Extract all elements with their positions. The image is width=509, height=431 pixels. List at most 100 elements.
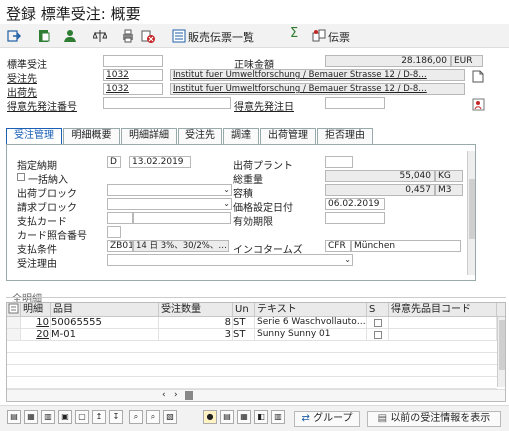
req-deliv-date-field[interactable]: 13.02.2019 <box>129 156 191 168</box>
tab-item-overview[interactable]: 明細概要 <box>63 128 120 144</box>
row-material[interactable]: 50065555 <box>51 317 159 329</box>
col-text[interactable]: テキスト <box>255 303 367 317</box>
pricing-date-field[interactable]: 06.02.2019 <box>325 198 385 210</box>
tab-reason-rejection[interactable]: 拒否理由 <box>317 128 373 144</box>
select-all-icon[interactable] <box>7 303 21 317</box>
row-order-qty[interactable]: 8 <box>159 317 233 329</box>
sold-to-name: Institut fuer Umweltforschung / Bemauer … <box>170 69 465 81</box>
person-icon[interactable] <box>62 28 78 44</box>
sales-doc-list-icon[interactable] <box>171 28 187 44</box>
empty-row[interactable] <box>7 365 497 377</box>
sort-descending-icon[interactable]: ↧ <box>109 410 123 424</box>
schedule-icon[interactable]: ▤ <box>220 410 234 424</box>
customer-po-field[interactable] <box>103 97 231 109</box>
panel-scrollbar[interactable] <box>467 151 475 275</box>
complete-delivery-checkbox[interactable] <box>17 173 25 181</box>
select-all-rows-icon[interactable]: ▣ <box>58 410 72 424</box>
tab-ordering-party[interactable]: 受注先 <box>178 128 222 144</box>
payment-card-field[interactable] <box>133 212 231 224</box>
deselect-all-icon[interactable]: ▢ <box>75 410 89 424</box>
col-item[interactable]: 明細 <box>21 303 51 317</box>
col-unit[interactable]: Un <box>233 303 255 317</box>
incoterms-place[interactable]: München <box>351 240 461 252</box>
scroll-left-icon[interactable]: ‹ <box>162 390 166 400</box>
conditions-icon[interactable]: ◧ <box>254 410 268 424</box>
table-scroll-thumb[interactable] <box>499 320 505 370</box>
row-text[interactable]: Serie 6 Waschvollauto… <box>255 317 367 329</box>
col-material[interactable]: 品目 <box>51 303 159 317</box>
payment-terms-code[interactable]: ZB01 <box>107 240 133 252</box>
delete-icon[interactable] <box>140 28 156 44</box>
row-item-number[interactable]: 10 <box>21 317 51 329</box>
incoterms-code[interactable]: CFR <box>325 240 351 252</box>
row-unit[interactable]: ST <box>233 329 255 341</box>
col-customer-material[interactable]: 得意先品目コード <box>389 303 497 317</box>
sigma-icon[interactable]: Σ <box>290 26 298 41</box>
delivering-plant-field[interactable] <box>325 156 353 168</box>
row-selector[interactable] <box>7 329 21 341</box>
previous-order-info-button[interactable]: ▤ 以前の受注情報を表示 <box>367 411 501 427</box>
tab-item-detail[interactable]: 明細詳細 <box>121 128 177 144</box>
find-next-icon[interactable]: ⌕ <box>146 410 160 424</box>
customer-po-date-field[interactable] <box>325 97 385 109</box>
delete-row-icon[interactable]: ▥ <box>41 410 55 424</box>
chevron-down-icon: ⌄ <box>223 199 230 208</box>
tab-sales[interactable]: 受注管理 <box>6 128 62 144</box>
sort-ascending-icon[interactable]: ↥ <box>92 410 106 424</box>
standard-order-label: 標準受注 <box>7 60 47 71</box>
tab-shipping[interactable]: 出荷管理 <box>260 128 316 144</box>
item-detail-icon[interactable]: ▤ <box>7 410 21 424</box>
col-order-qty[interactable]: 受注数量 <box>159 303 233 317</box>
config-icon[interactable]: ▧ <box>163 410 177 424</box>
standard-order-field[interactable] <box>103 55 163 67</box>
ship-to-field[interactable]: 1032 <box>103 83 163 95</box>
scroll-right-icon[interactable]: › <box>174 390 178 400</box>
find-icon[interactable]: ⌕ <box>129 410 143 424</box>
print-icon[interactable] <box>120 28 136 44</box>
scroll-end-icon[interactable] <box>185 391 193 400</box>
table-hscroll[interactable]: ‹ › <box>7 389 505 401</box>
ship-to-name: Institut fuer Umweltforschung / Bemauer … <box>170 83 465 95</box>
row-unit[interactable]: ST <box>233 317 255 329</box>
order-reason-select[interactable]: ⌄ <box>107 254 353 266</box>
tab-procurement[interactable]: 調達 <box>223 128 259 144</box>
req-deliv-type-field[interactable]: D <box>107 156 121 168</box>
list-icon[interactable]: ▥ <box>271 410 285 424</box>
billing-block-select[interactable]: ⌄ <box>107 198 232 210</box>
document-button[interactable]: 伝票 <box>328 29 350 45</box>
table-scrollbar[interactable] <box>497 317 505 387</box>
row-customer-material[interactable] <box>389 329 497 341</box>
row-material[interactable]: M-01 <box>51 329 159 341</box>
row-item-number[interactable]: 20 <box>21 329 51 341</box>
display-icon[interactable] <box>36 28 52 44</box>
partner-icon[interactable] <box>470 96 486 112</box>
pricing-icon[interactable]: ● <box>203 410 217 424</box>
card-verif-field[interactable] <box>107 226 121 238</box>
empty-row[interactable] <box>7 353 497 365</box>
pricing-date-label: 価格設定日付 <box>233 203 293 214</box>
payment-card-type-field[interactable] <box>107 212 133 224</box>
row-text[interactable]: Sunny Sunny 01 <box>255 329 367 341</box>
availability-icon[interactable]: ▦ <box>237 410 251 424</box>
empty-row[interactable] <box>7 377 497 389</box>
row-status-checkbox[interactable] <box>367 317 389 329</box>
row-order-qty[interactable]: 3 <box>159 329 233 341</box>
sold-to-field[interactable]: 1032 <box>103 69 163 81</box>
empty-row[interactable] <box>7 341 497 353</box>
sales-doc-list-button[interactable]: 販売伝票一覧 <box>188 29 254 45</box>
row-status-checkbox[interactable] <box>367 329 389 341</box>
scale-icon[interactable] <box>92 28 108 44</box>
insert-row-icon[interactable]: ▦ <box>24 410 38 424</box>
row-customer-material[interactable] <box>389 317 497 329</box>
col-status[interactable]: S <box>367 303 389 317</box>
panel-scroll-thumb[interactable] <box>469 179 475 239</box>
row-selector[interactable] <box>7 317 21 329</box>
billing-block-label: 請求ブロック <box>17 203 77 214</box>
validity-field[interactable] <box>325 212 385 224</box>
group-button[interactable]: ⇄ グループ <box>294 411 360 427</box>
document-details-icon[interactable] <box>470 68 486 84</box>
weight-unit-field: KG <box>435 170 463 182</box>
document-flow-icon[interactable] <box>311 28 327 44</box>
delivery-block-select[interactable]: ⌄ <box>107 184 232 196</box>
enter-icon[interactable] <box>6 28 22 44</box>
